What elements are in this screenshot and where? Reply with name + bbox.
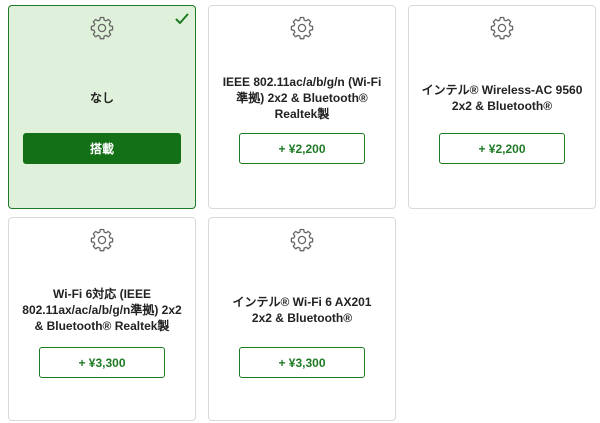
option-card-realtek-ac[interactable]: IEEE 802.11ac/a/b/g/n (Wi-Fi準拠) 2x2 & Bl… bbox=[208, 5, 396, 209]
gear-icon bbox=[290, 16, 314, 40]
option-card-realtek-wifi6[interactable]: Wi-Fi 6対応 (IEEE 802.11ax/ac/a/b/g/n準拠) 2… bbox=[8, 217, 196, 421]
gear-icon bbox=[90, 16, 114, 40]
option-card-intel-9560[interactable]: インテル® Wireless-AC 9560 2x2 & Bluetooth® … bbox=[408, 5, 596, 209]
option-label: IEEE 802.11ac/a/b/g/n (Wi-Fi準拠) 2x2 & Bl… bbox=[222, 75, 382, 121]
option-card-intel-ax201[interactable]: インテル® Wi-Fi 6 AX201 2x2 & Bluetooth® + ¥… bbox=[208, 217, 396, 421]
add-option-button[interactable]: + ¥3,300 bbox=[39, 347, 165, 378]
mounted-button[interactable]: 搭載 bbox=[23, 133, 181, 164]
option-label: Wi-Fi 6対応 (IEEE 802.11ax/ac/a/b/g/n準拠) 2… bbox=[22, 287, 182, 333]
gear-icon bbox=[90, 228, 114, 252]
wireless-options-grid: なし 搭載 IEEE 802.11ac/a/b/g/n (Wi-Fi準拠) 2x… bbox=[0, 0, 600, 423]
add-option-button[interactable]: + ¥2,200 bbox=[439, 133, 565, 164]
gear-icon bbox=[490, 16, 514, 40]
checkmark-icon bbox=[175, 12, 189, 26]
option-label: なし bbox=[89, 91, 114, 105]
option-label: インテル® Wi-Fi 6 AX201 2x2 & Bluetooth® bbox=[232, 295, 372, 325]
option-label: インテル® Wireless-AC 9560 2x2 & Bluetooth® bbox=[421, 83, 583, 113]
add-option-button[interactable]: + ¥3,300 bbox=[239, 347, 365, 378]
option-card-none[interactable]: なし 搭載 bbox=[8, 5, 196, 209]
gear-icon bbox=[290, 228, 314, 252]
add-option-button[interactable]: + ¥2,200 bbox=[239, 133, 365, 164]
